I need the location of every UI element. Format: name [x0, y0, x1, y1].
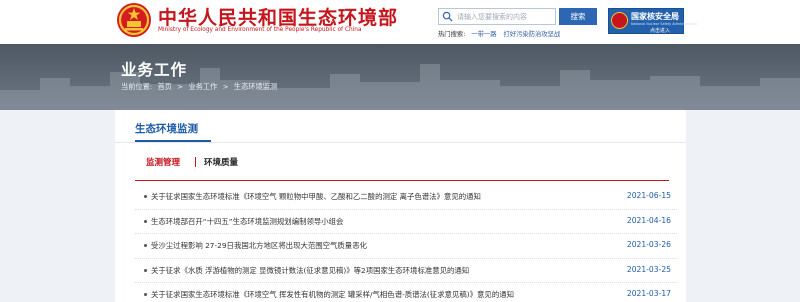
bullet-icon [144, 244, 147, 247]
breadcrumb-prefix: 当前位置: [121, 82, 153, 91]
news-list: 关于征求国家生态环境标准《环境空气 颗粒物中甲酸、乙酸和乙二酸的测定 离子色谱法… [135, 185, 677, 302]
news-date: 2021-06-15 [626, 191, 671, 200]
site-title[interactable]: 中华人民共和国生态环境部 [158, 3, 398, 30]
breadcrumb-home[interactable]: 首页 [157, 82, 171, 91]
news-title-link[interactable]: 关于征求国家生态环境标准《环境空气 颗粒物中甲酸、乙酸和乙二酸的测定 离子色谱法… [151, 191, 481, 202]
list-item[interactable]: 生态环境部召开“十四五”生态环境监测规划编制领导小组会 2021-04-16 [135, 210, 677, 234]
list-item[interactable]: 受沙尘过程影响 27-29日我国北方地区将出现大范围空气质量恶化 2021-03… [135, 234, 677, 259]
list-item[interactable]: 关于征求国家生态环境标准《环境空气 挥发性有机物的测定 罐采样/气相色谱-质谱法… [135, 283, 677, 302]
news-date: 2021-03-25 [626, 264, 671, 274]
city-skyline-background [0, 64, 800, 110]
nns-logo-icon [611, 12, 628, 29]
search-input[interactable] [457, 9, 555, 24]
list-item[interactable]: 关于征求国家生态环境标准《环境空气 颗粒物中甲酸、乙酸和乙二酸的测定 离子色谱法… [135, 185, 677, 210]
search-button[interactable]: 搜索 [559, 8, 597, 25]
panel-title-underline [135, 140, 211, 142]
bullet-icon [144, 293, 147, 296]
tab-monitoring-management[interactable]: 监测管理 [146, 156, 180, 168]
banner-title: 业务工作 [121, 61, 188, 79]
site-subtitle: Ministry of Ecology and Environment of t… [158, 27, 362, 33]
news-date: 2021-03-26 [626, 240, 671, 249]
banner: 业务工作 当前位置: 首页 > 业务工作 > 生态环境监测 [0, 44, 800, 110]
breadcrumb-separator: > [177, 82, 184, 91]
tab-divider [195, 157, 196, 167]
nns-subtitle: National Nuclear Safety Administration [631, 22, 698, 26]
search-box[interactable] [438, 8, 556, 25]
tab-environment-quality[interactable]: 环境质量 [204, 156, 238, 168]
national-emblem-icon [117, 3, 151, 37]
news-date: 2021-04-16 [626, 215, 671, 225]
list-item[interactable]: 关于征求《水质 浮游植物的测定 显微镜计数法(征求意见稿)》等2项国家生态环境标… [135, 259, 677, 283]
nns-title: 国家核安全局 [631, 12, 679, 21]
breadcrumb-business[interactable]: 业务工作 [189, 82, 218, 91]
nns-enter-link[interactable]: 点击进入 [650, 27, 670, 34]
breadcrumb-separator: > [222, 82, 229, 91]
bullet-icon [144, 195, 147, 198]
bullet-icon [144, 268, 147, 272]
search-icon [442, 11, 453, 22]
tab-underline [135, 180, 669, 181]
hot-searches-label: 热门搜索: [438, 31, 466, 38]
nns-entry-badge[interactable]: 国家核安全局 National Nuclear Safety Administr… [608, 8, 697, 34]
hot-search-link[interactable]: 打好污染防治攻坚战 [504, 31, 561, 38]
panel-header: 生态环境监测 [115, 110, 686, 143]
content-panel: 生态环境监测 监测管理 环境质量 关于征求国家生态环境标准《环境空气 颗粒物中甲… [115, 110, 686, 302]
news-title-link[interactable]: 关于征求国家生态环境标准《环境空气 挥发性有机物的测定 罐采样/气相色谱-质谱法… [151, 289, 514, 300]
hot-search-link[interactable]: 一带一路 [471, 31, 496, 38]
news-title-link[interactable]: 受沙尘过程影响 27-29日我国北方地区将出现大范围空气质量恶化 [151, 240, 367, 251]
news-title-link[interactable]: 生态环境部召开“十四五”生态环境监测规划编制领导小组会 [151, 216, 343, 227]
breadcrumb: 当前位置: 首页 > 业务工作 > 生态环境监测 [121, 82, 280, 92]
bullet-icon [144, 219, 147, 223]
news-title-link[interactable]: 关于征求《水质 浮游植物的测定 显微镜计数法(征求意见稿)》等2项国家生态环境标… [151, 265, 469, 276]
breadcrumb-current[interactable]: 生态环境监测 [234, 82, 277, 91]
hot-searches: 热门搜索: 一带一路 打好污染防治攻坚战 [438, 29, 565, 38]
news-date: 2021-03-17 [626, 289, 671, 298]
site-header: 中华人民共和国生态环境部 Ministry of Ecology and Env… [0, 0, 800, 44]
panel-title: 生态环境监测 [135, 123, 198, 135]
